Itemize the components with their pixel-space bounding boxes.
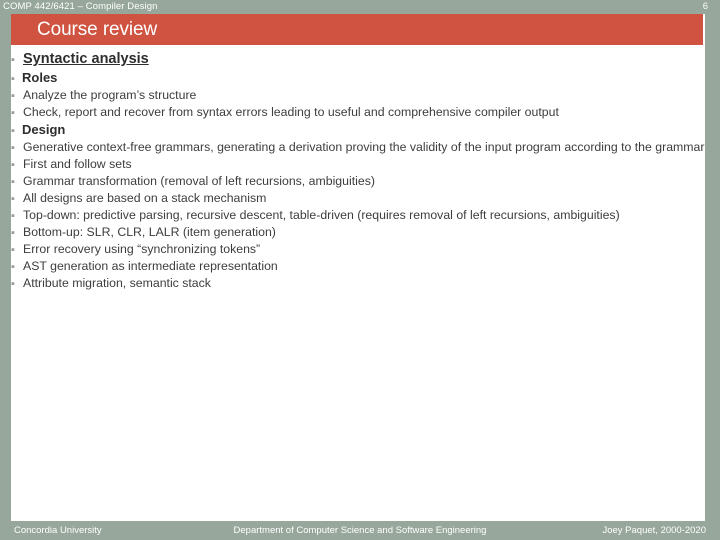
page-number: 6	[702, 1, 708, 12]
list-item: ▪ All designs are based on a stack mecha…	[11, 190, 705, 207]
group-heading-label: Roles	[22, 70, 58, 85]
group-heading-roles: ▪ Roles	[11, 69, 705, 87]
bullet-icon: ▪	[11, 193, 15, 205]
list-item: ▪ AST generation as intermediate represe…	[11, 258, 705, 275]
bullet-icon: ▪	[11, 90, 15, 102]
bullet-icon: ▪	[11, 227, 15, 239]
bullet-icon: ▪	[11, 278, 15, 290]
list-item: ▪ Attribute migration, semantic stack	[11, 275, 705, 292]
bullet-icon: ▪	[11, 107, 15, 119]
bullet-icon: ▪	[11, 244, 15, 256]
list-item-text: Error recovery using “synchronizing toke…	[23, 242, 261, 256]
list-item: ▪ Top-down: predictive parsing, recursiv…	[11, 207, 705, 224]
list-item: ▪ Analyze the program’s structure	[11, 87, 705, 104]
group-heading-label: Design	[22, 122, 66, 137]
bullet-icon: ▪	[11, 54, 15, 66]
list-item: ▪ Error recovery using “synchronizing to…	[11, 241, 705, 258]
list-item: ▪ Generative context-free grammars, gene…	[11, 139, 705, 156]
list-item-text: First and follow sets	[23, 157, 132, 171]
bullet-icon: ▪	[11, 176, 15, 188]
list-item-text: Attribute migration, semantic stack	[23, 276, 211, 290]
list-item: ▪ Grammar transformation (removal of lef…	[11, 173, 705, 190]
bullet-icon: ▪	[11, 142, 15, 154]
footer: Department of Computer Science and Softw…	[0, 521, 720, 540]
footer-right-text: Joey Paquet, 2000-2020	[602, 525, 706, 536]
list-item-text: All designs are based on a stack mechani…	[23, 191, 267, 205]
section-heading-label: Syntactic analysis	[23, 51, 149, 67]
list-item-text: Grammar transformation (removal of left …	[23, 174, 375, 188]
slide: COMP 442/6421 – Compiler Design 6 Course…	[0, 0, 720, 540]
left-accent-band	[0, 0, 11, 540]
list-item: ▪ Check, report and recover from syntax …	[11, 104, 705, 121]
slide-title: Course review	[37, 19, 158, 40]
footer-left-text: Concordia University	[14, 525, 102, 536]
bullet-icon: ▪	[11, 210, 15, 222]
list-item-text: Analyze the program’s structure	[23, 88, 197, 102]
slide-content: ▪ Syntactic analysis ▪ Roles ▪ Analyze t…	[11, 50, 705, 515]
group-heading-design: ▪ Design	[11, 121, 705, 139]
list-item: ▪ First and follow sets	[11, 156, 705, 173]
list-item-text: Check, report and recover from syntax er…	[23, 105, 559, 119]
list-item-text: Generative context-free grammars, genera…	[23, 140, 705, 154]
right-accent-band	[705, 0, 720, 540]
group-roles: ▪ Roles ▪ Analyze the program’s structur…	[11, 69, 705, 121]
outline-level-2-roles: ▪ Roles ▪ Analyze the program’s structur…	[11, 69, 705, 121]
outline-level-2-design: ▪ Design ▪ Generative context-free gramm…	[11, 121, 705, 292]
outline-level-1: ▪ Syntactic analysis ▪ Roles ▪ Analyze t…	[11, 50, 705, 292]
course-label: COMP 442/6421 – Compiler Design	[3, 1, 158, 12]
bullet-icon: ▪	[11, 159, 15, 171]
group-design: ▪ Design ▪ Generative context-free gramm…	[11, 121, 705, 292]
list-item: ▪ Bottom-up: SLR, CLR, LALR (item genera…	[11, 224, 705, 241]
bullet-icon: ▪	[11, 261, 15, 273]
bullet-icon: ▪	[11, 125, 15, 137]
bullet-icon: ▪	[11, 73, 15, 85]
list-item-text: AST generation as intermediate represent…	[23, 259, 278, 273]
list-item-text: Top-down: predictive parsing, recursive …	[23, 208, 620, 222]
list-item-text: Bottom-up: SLR, CLR, LALR (item generati…	[23, 225, 276, 239]
section-heading: ▪ Syntactic analysis	[11, 50, 705, 69]
